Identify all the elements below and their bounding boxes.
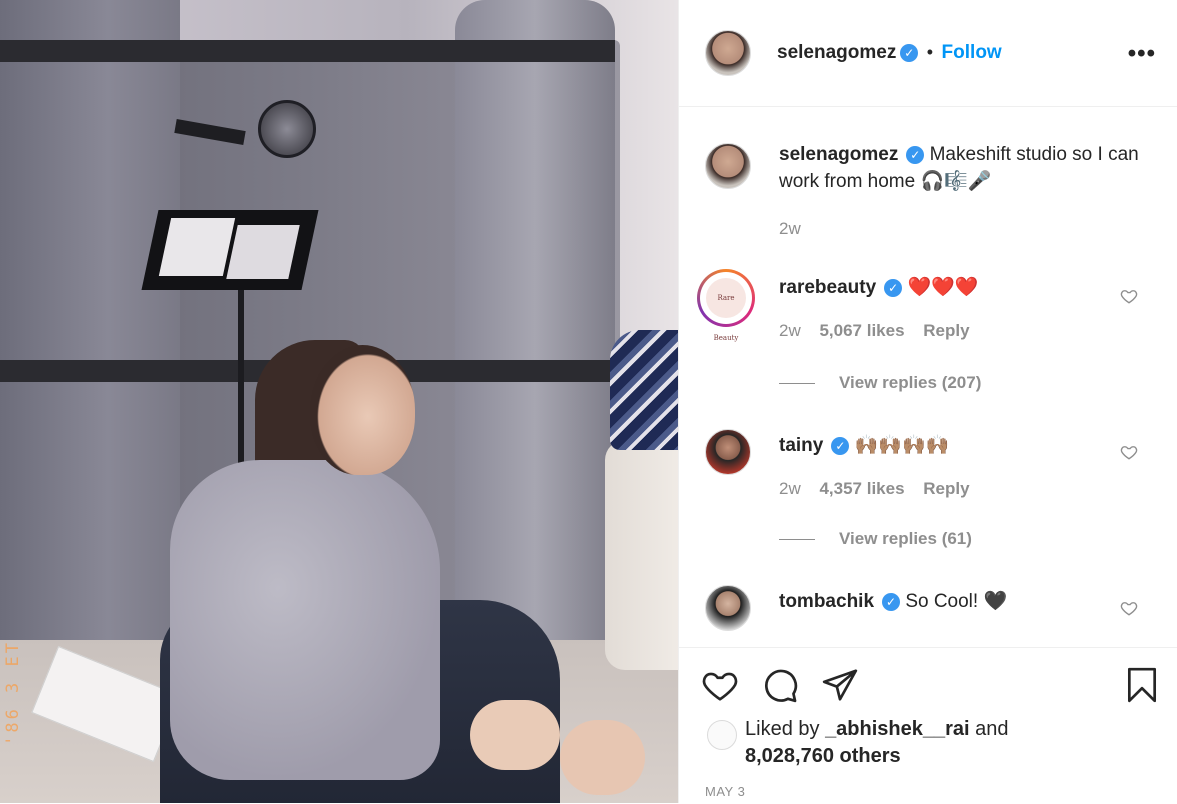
comment-likes[interactable]: 5,067 likes (819, 321, 904, 340)
photo-slipper (470, 700, 560, 770)
liked-by-prefix: Liked by (745, 718, 820, 740)
comment-age: 2w (779, 479, 801, 498)
photo-sheet (158, 218, 236, 276)
comment-age: 2w (779, 321, 801, 340)
comment-meta: 2w 4,357 likes Reply (779, 479, 984, 499)
commenter-avatar: Rare Beauty (706, 278, 746, 342)
author-avatar[interactable] (705, 30, 751, 76)
post-side-panel: selenagomez ✓ • Follow ••• selenagomez ✓ M… (678, 0, 1177, 803)
comment-username[interactable]: tombachik (779, 591, 874, 612)
photo-person-sweater (170, 460, 440, 780)
photo-blanket (610, 330, 678, 450)
caption-author-avatar[interactable] (705, 143, 751, 189)
photo-panel-stripe (0, 40, 615, 62)
author-username[interactable]: selenagomez (777, 42, 896, 63)
follow-button[interactable]: Follow (942, 42, 1002, 63)
verified-badge-icon: ✓ (900, 44, 919, 62)
bookmark-icon[interactable] (1123, 666, 1161, 704)
header-separator: • (926, 42, 934, 62)
verified-badge-icon: ✓ (882, 593, 901, 611)
comment-text: ❤️❤️❤️ (907, 277, 979, 298)
photo-couch (605, 440, 678, 670)
photo-sheet (226, 225, 300, 279)
comment-username[interactable]: rarebeauty (779, 277, 876, 298)
instagram-post-modal: '86 3 ET selenagomez ✓ • Follow ••• selen… (0, 0, 1177, 803)
post-photo[interactable]: '86 3 ET (0, 0, 678, 803)
caption-age: 2w (779, 219, 801, 238)
caption-text-block: selenagomez ✓ Makeshift studio so I can w… (779, 141, 1139, 195)
reply-button[interactable]: Reply (923, 479, 969, 498)
commenter-avatar[interactable] (705, 429, 751, 475)
post-date[interactable]: MAY 3 (705, 784, 745, 799)
liked-by-text: Liked by _abhishek__rai and 8,028,760 ot… (745, 716, 1009, 770)
comments-list[interactable]: selenagomez ✓ Makeshift studio so I can w… (679, 107, 1177, 645)
caption-username[interactable]: selenagomez (779, 144, 898, 165)
liked-by-others[interactable]: 8,028,760 others (745, 745, 901, 767)
reply-button[interactable]: Reply (923, 321, 969, 340)
liked-by-user[interactable]: _abhishek__rai (825, 718, 970, 740)
photo-microphone (258, 100, 316, 158)
author-line: selenagomez ✓ • Follow (777, 42, 1002, 64)
photo-date-stamp: '86 3 ET (3, 640, 23, 746)
verified-badge-icon: ✓ (884, 279, 903, 297)
comment-likes[interactable]: 4,357 likes (819, 479, 904, 498)
story-ring[interactable]: Rare Beauty (697, 269, 755, 342)
post-header: selenagomez ✓ • Follow ••• (679, 0, 1177, 107)
post-actions: Liked by _abhishek__rai and 8,028,760 ot… (679, 647, 1177, 804)
comment-text: 🙌🏽🙌🏽🙌🏽🙌🏽 (854, 435, 950, 456)
comment-meta: 2w 5,067 likes Reply (779, 321, 984, 341)
liked-by-and: and (975, 718, 1009, 740)
verified-badge-icon: ✓ (831, 437, 850, 455)
liked-by-avatar[interactable] (707, 720, 737, 750)
comment-like-heart-icon[interactable] (1120, 599, 1138, 617)
more-options-icon[interactable]: ••• (1128, 40, 1156, 68)
view-replies-link[interactable]: View replies (207) (779, 373, 981, 393)
comment-icon[interactable] (761, 666, 799, 704)
commenter-avatar[interactable] (705, 585, 751, 631)
comment-username[interactable]: tainy (779, 435, 823, 456)
comment-text-block: tombachik ✓ So Cool! 🖤 (779, 588, 1139, 615)
view-replies-link[interactable]: View replies (61) (779, 529, 972, 549)
comment-text: So Cool! 🖤 (905, 591, 1008, 612)
heart-icon[interactable] (701, 666, 739, 704)
photo-slipper (560, 720, 645, 795)
caption-meta: 2w (779, 219, 815, 239)
photo-right-panel (455, 0, 615, 690)
comment-like-heart-icon[interactable] (1120, 287, 1138, 305)
photo-person-face (310, 345, 415, 475)
comment-text-block: rarebeauty ✓ ❤️❤️❤️ (779, 274, 1139, 301)
verified-badge-icon: ✓ (906, 146, 925, 164)
comment-text-block: tainy ✓ 🙌🏽🙌🏽🙌🏽🙌🏽 (779, 432, 1139, 459)
send-icon[interactable] (821, 666, 859, 704)
comment-like-heart-icon[interactable] (1120, 443, 1138, 461)
